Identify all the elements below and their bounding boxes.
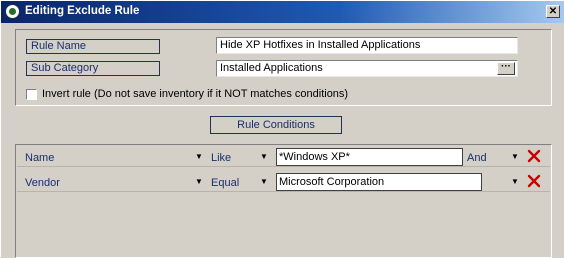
rule-conditions-button[interactable]: Rule Conditions — [210, 116, 342, 134]
condition-row: Name ▼ Like ▼ *Windows XP* And ▼ — [17, 147, 550, 167]
title-bar[interactable]: Editing Exclude Rule ✕ — [1, 1, 564, 23]
app-logo-icon — [5, 4, 20, 19]
invert-rule-checkbox[interactable] — [26, 89, 37, 100]
delete-x-icon[interactable] — [527, 174, 541, 188]
condition-joiner-select[interactable]: And — [467, 152, 487, 164]
window-title: Editing Exclude Rule — [25, 5, 140, 17]
dropdown-arrow-icon[interactable]: ▼ — [195, 177, 203, 186]
dropdown-arrow-icon[interactable]: ▼ — [511, 177, 519, 186]
condition-operator-select[interactable]: Equal — [211, 177, 239, 189]
sub-category-label: Sub Category — [26, 61, 160, 76]
rule-name-input[interactable]: Hide XP Hotfixes in Installed Applicatio… — [216, 37, 518, 54]
condition-operator-select[interactable]: Like — [211, 152, 231, 164]
conditions-area: Name ▼ Like ▼ *Windows XP* And ▼ Vendor … — [15, 144, 552, 258]
dropdown-arrow-icon[interactable]: ▼ — [195, 152, 203, 161]
dropdown-arrow-icon[interactable]: ▼ — [260, 177, 268, 186]
rule-name-label: Rule Name — [26, 39, 160, 54]
condition-value-input[interactable]: Microsoft Corporation — [276, 173, 482, 191]
sub-category-input[interactable]: Installed Applications — [216, 60, 518, 77]
dropdown-arrow-icon[interactable]: ▼ — [260, 152, 268, 161]
condition-row: Vendor ▼ Equal ▼ Microsoft Corporation ▼ — [17, 172, 550, 192]
condition-field-select[interactable]: Vendor — [25, 177, 60, 189]
condition-value-input[interactable]: *Windows XP* — [276, 148, 463, 166]
rule-details-panel: Rule Name Hide XP Hotfixes in Installed … — [15, 29, 552, 106]
dialog-window: Editing Exclude Rule ✕ Rule Name Hide XP… — [0, 0, 564, 258]
sub-category-browse-button[interactable]: ··· — [497, 62, 515, 75]
condition-field-select[interactable]: Name — [25, 152, 54, 164]
close-button[interactable]: ✕ — [546, 5, 560, 18]
dropdown-arrow-icon[interactable]: ▼ — [511, 152, 519, 161]
invert-rule-label: Invert rule (Do not save inventory if it… — [42, 88, 349, 100]
delete-x-icon[interactable] — [527, 149, 541, 163]
